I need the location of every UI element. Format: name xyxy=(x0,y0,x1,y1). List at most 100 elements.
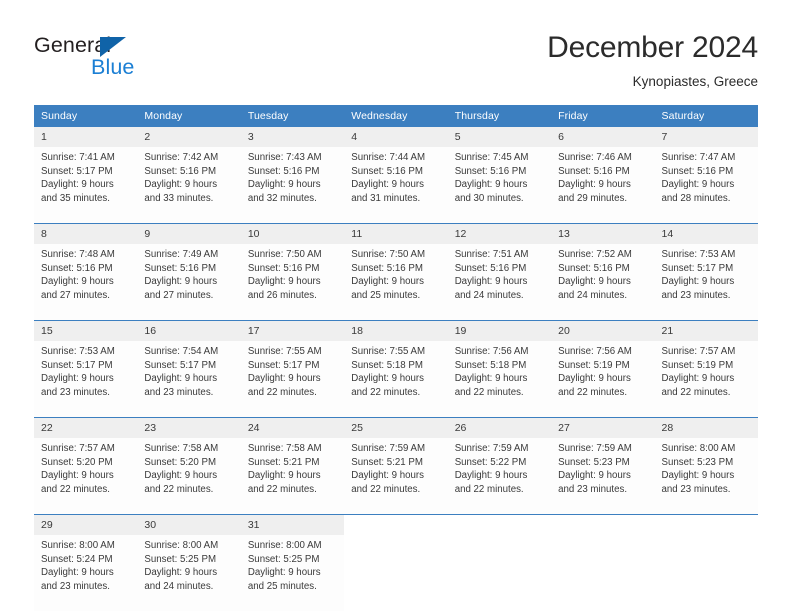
week-daynumbers-row: 1 2 3 4 5 6 7 xyxy=(34,127,758,147)
day-cell[interactable]: Sunrise: 7:49 AM Sunset: 5:16 PM Dayligh… xyxy=(137,244,241,321)
daylight-text-line1: Daylight: 9 hours xyxy=(41,567,114,579)
day-number[interactable]: 5 xyxy=(447,127,552,147)
day-number[interactable]: 11 xyxy=(344,223,448,244)
sunrise-text: Sunrise: 7:57 AM xyxy=(661,346,736,357)
daylight-text-line1: Daylight: 9 hours xyxy=(454,470,528,482)
day-number[interactable]: 28 xyxy=(654,417,758,438)
day-number[interactable]: 13 xyxy=(551,223,655,244)
day-number[interactable]: 7 xyxy=(654,127,758,147)
day-number[interactable]: 24 xyxy=(240,417,345,438)
general-blue-logo: General Blue xyxy=(34,33,214,85)
day-cell[interactable]: Sunrise: 7:46 AM Sunset: 5:16 PM Dayligh… xyxy=(551,147,655,224)
day-cell[interactable]: Sunrise: 8:00 AM Sunset: 5:23 PM Dayligh… xyxy=(654,438,758,515)
day-number[interactable]: 25 xyxy=(344,417,448,438)
day-cell[interactable]: Sunrise: 7:56 AM Sunset: 5:19 PM Dayligh… xyxy=(551,341,655,418)
daylight-text-line1: Daylight: 9 hours xyxy=(454,373,528,385)
daylight-text-line2: and 32 minutes. xyxy=(247,192,317,204)
daylight-text-line1: Daylight: 9 hours xyxy=(41,276,114,288)
day-number[interactable]: 18 xyxy=(344,320,448,341)
day-number[interactable]: 29 xyxy=(34,514,138,535)
day-number[interactable]: 22 xyxy=(34,417,138,438)
sunset-text: Sunset: 5:23 PM xyxy=(661,456,734,468)
day-cell[interactable]: Sunrise: 7:55 AM Sunset: 5:17 PM Dayligh… xyxy=(240,341,345,418)
sunrise-text: Sunrise: 7:59 AM xyxy=(454,443,529,454)
sunrise-text: Sunrise: 8:00 AM xyxy=(661,443,736,454)
daylight-text-line1: Daylight: 9 hours xyxy=(558,373,631,385)
day-number[interactable]: 23 xyxy=(137,417,241,438)
day-number[interactable]: 19 xyxy=(447,320,552,341)
day-cell[interactable]: Sunrise: 7:44 AM Sunset: 5:16 PM Dayligh… xyxy=(344,147,448,224)
day-cell[interactable]: Sunrise: 8:00 AM Sunset: 5:24 PM Dayligh… xyxy=(34,535,138,611)
sunset-text: Sunset: 5:21 PM xyxy=(247,456,320,468)
day-number[interactable]: 8 xyxy=(34,223,138,244)
day-cell[interactable]: Sunrise: 7:45 AM Sunset: 5:16 PM Dayligh… xyxy=(447,147,552,224)
week-details-row: Sunrise: 7:48 AM Sunset: 5:16 PM Dayligh… xyxy=(34,244,758,321)
daylight-text-line1: Daylight: 9 hours xyxy=(41,470,114,482)
day-number[interactable]: 2 xyxy=(137,127,241,147)
day-number[interactable]: 20 xyxy=(551,320,655,341)
day-cell[interactable]: Sunrise: 7:59 AM Sunset: 5:23 PM Dayligh… xyxy=(551,438,655,515)
sunset-text: Sunset: 5:21 PM xyxy=(351,456,423,468)
calendar-page: General Blue December 2024 Kynopiastes, … xyxy=(0,0,792,612)
day-cell[interactable]: Sunrise: 8:00 AM Sunset: 5:25 PM Dayligh… xyxy=(240,535,345,611)
day-number[interactable]: 9 xyxy=(137,223,241,244)
day-number[interactable]: 17 xyxy=(240,320,345,341)
sunrise-text: Sunrise: 7:44 AM xyxy=(351,152,426,163)
daylight-text-line1: Daylight: 9 hours xyxy=(247,373,321,385)
day-number[interactable]: 14 xyxy=(654,223,758,244)
daylight-text-line2: and 25 minutes. xyxy=(351,289,421,301)
day-number[interactable]: 30 xyxy=(137,514,241,535)
day-number[interactable]: 15 xyxy=(34,320,138,341)
day-cell[interactable]: Sunrise: 7:50 AM Sunset: 5:16 PM Dayligh… xyxy=(240,244,345,321)
sunrise-text: Sunrise: 7:48 AM xyxy=(41,249,115,260)
day-number[interactable]: 26 xyxy=(447,417,552,438)
day-cell[interactable]: Sunrise: 7:52 AM Sunset: 5:16 PM Dayligh… xyxy=(551,244,655,321)
day-number-empty xyxy=(447,514,552,535)
weekday-header-tuesday: Tuesday xyxy=(240,105,345,127)
day-cell[interactable]: Sunrise: 8:00 AM Sunset: 5:25 PM Dayligh… xyxy=(137,535,241,611)
day-cell[interactable]: Sunrise: 7:56 AM Sunset: 5:18 PM Dayligh… xyxy=(447,341,552,418)
sunset-text: Sunset: 5:16 PM xyxy=(661,165,734,177)
daylight-text-line1: Daylight: 9 hours xyxy=(247,567,321,579)
daylight-text-line1: Daylight: 9 hours xyxy=(144,276,218,288)
day-cell[interactable]: Sunrise: 7:53 AM Sunset: 5:17 PM Dayligh… xyxy=(654,244,758,321)
day-cell[interactable]: Sunrise: 7:47 AM Sunset: 5:16 PM Dayligh… xyxy=(654,147,758,224)
day-cell[interactable]: Sunrise: 7:43 AM Sunset: 5:16 PM Dayligh… xyxy=(240,147,345,224)
day-cell[interactable]: Sunrise: 7:54 AM Sunset: 5:17 PM Dayligh… xyxy=(137,341,241,418)
day-number[interactable]: 4 xyxy=(344,127,448,147)
sunset-text: Sunset: 5:25 PM xyxy=(144,553,217,565)
daylight-text-line2: and 25 minutes. xyxy=(247,580,317,592)
day-cell[interactable]: Sunrise: 7:57 AM Sunset: 5:19 PM Dayligh… xyxy=(654,341,758,418)
daylight-text-line1: Daylight: 9 hours xyxy=(351,470,424,482)
sunrise-text: Sunrise: 7:58 AM xyxy=(247,443,322,454)
day-number[interactable]: 10 xyxy=(240,223,345,244)
day-number[interactable]: 1 xyxy=(34,127,138,147)
day-cell[interactable]: Sunrise: 7:58 AM Sunset: 5:21 PM Dayligh… xyxy=(240,438,345,515)
day-number[interactable]: 6 xyxy=(551,127,655,147)
day-cell[interactable]: Sunrise: 7:58 AM Sunset: 5:20 PM Dayligh… xyxy=(137,438,241,515)
day-cell[interactable]: Sunrise: 7:48 AM Sunset: 5:16 PM Dayligh… xyxy=(34,244,138,321)
day-cell[interactable]: Sunrise: 7:57 AM Sunset: 5:20 PM Dayligh… xyxy=(34,438,138,515)
sunset-text: Sunset: 5:17 PM xyxy=(144,359,217,371)
daylight-text-line2: and 30 minutes. xyxy=(454,192,524,204)
day-cell[interactable]: Sunrise: 7:55 AM Sunset: 5:18 PM Dayligh… xyxy=(344,341,448,418)
day-number[interactable]: 31 xyxy=(240,514,345,535)
day-cell[interactable]: Sunrise: 7:50 AM Sunset: 5:16 PM Dayligh… xyxy=(344,244,448,321)
day-cell[interactable]: Sunrise: 7:42 AM Sunset: 5:16 PM Dayligh… xyxy=(137,147,241,224)
week-daynumbers-row: 29 30 31 xyxy=(34,514,758,535)
day-number[interactable]: 27 xyxy=(551,417,655,438)
sunrise-text: Sunrise: 7:46 AM xyxy=(558,152,632,163)
day-cell[interactable]: Sunrise: 7:59 AM Sunset: 5:22 PM Dayligh… xyxy=(447,438,552,515)
day-cell[interactable]: Sunrise: 7:53 AM Sunset: 5:17 PM Dayligh… xyxy=(34,341,138,418)
day-cell[interactable]: Sunrise: 7:51 AM Sunset: 5:16 PM Dayligh… xyxy=(447,244,552,321)
day-number[interactable]: 21 xyxy=(654,320,758,341)
daylight-text-line1: Daylight: 9 hours xyxy=(41,179,114,191)
day-number[interactable]: 3 xyxy=(240,127,345,147)
day-cell[interactable]: Sunrise: 7:59 AM Sunset: 5:21 PM Dayligh… xyxy=(344,438,448,515)
day-number[interactable]: 16 xyxy=(137,320,241,341)
page-header: General Blue December 2024 Kynopiastes, … xyxy=(0,0,792,100)
daylight-text-line2: and 24 minutes. xyxy=(454,289,524,301)
daylight-text-line2: and 27 minutes. xyxy=(41,289,110,301)
day-number[interactable]: 12 xyxy=(447,223,552,244)
day-cell[interactable]: Sunrise: 7:41 AM Sunset: 5:17 PM Dayligh… xyxy=(34,147,138,224)
